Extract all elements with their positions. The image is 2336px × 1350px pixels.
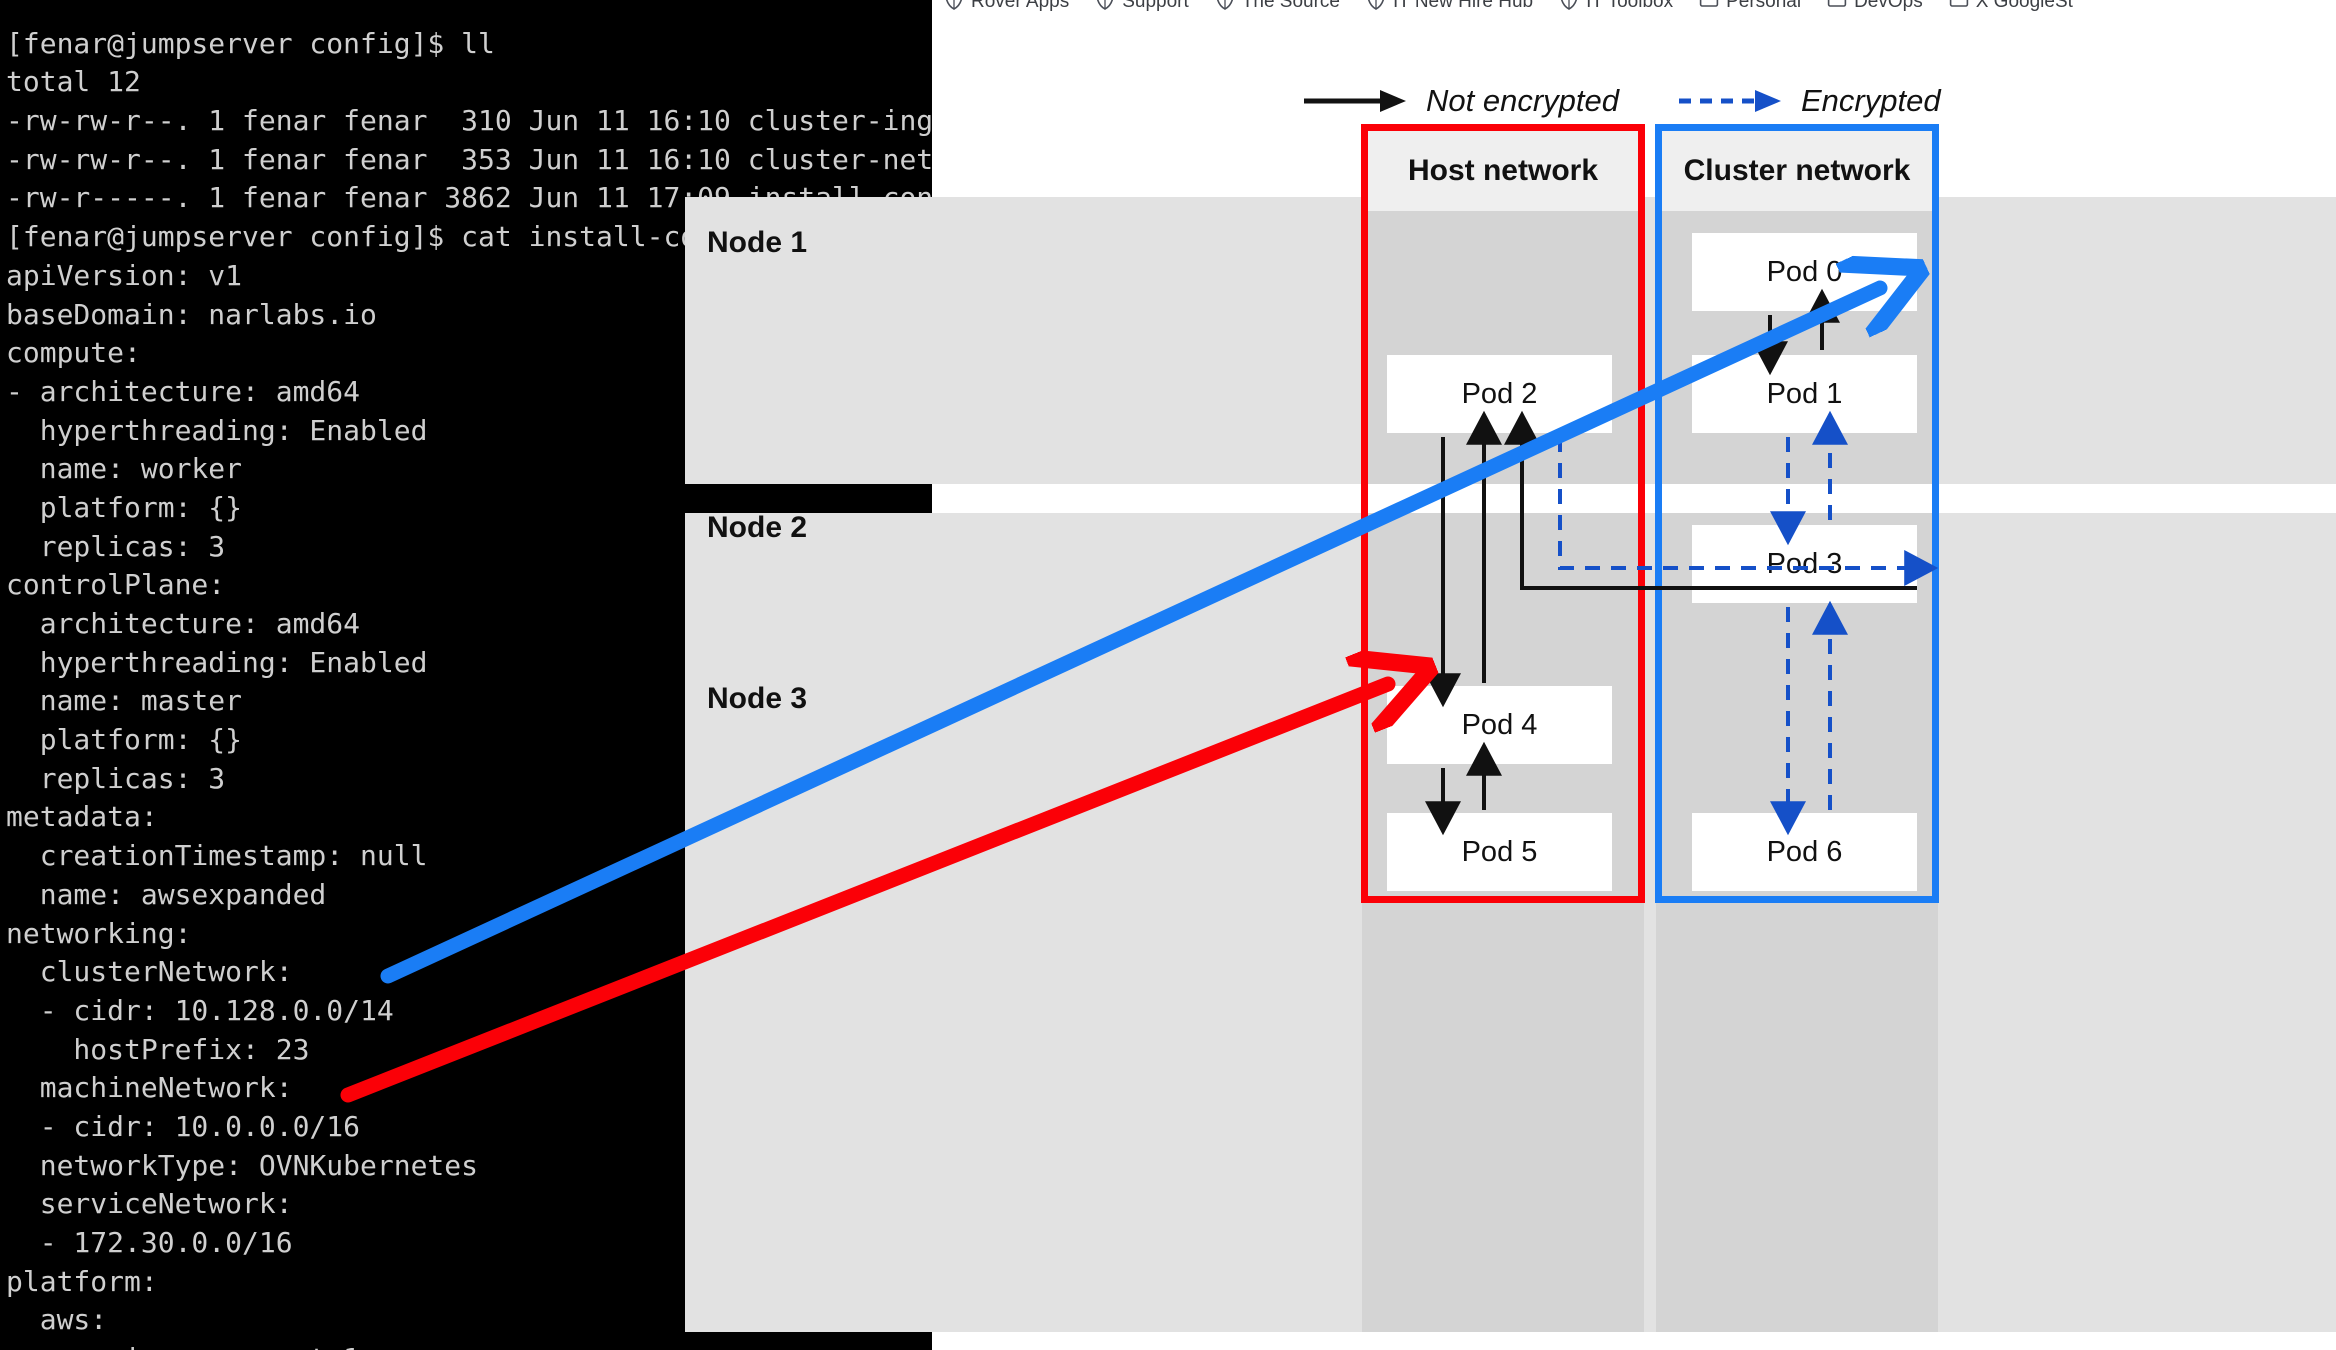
- folder-icon: [1699, 0, 1719, 16]
- bookmark-label: X GoogleSt: [1975, 0, 2073, 12]
- folder-icon: [1949, 0, 1969, 16]
- diagram-arrow-overlay: [1425, 288, 1939, 836]
- browser-bookmarks-bar[interactable]: Rover Apps Support The Source IT New Hire H…: [932, 0, 2336, 30]
- terminal-line: [fenar@jumpserver config]$ ll: [6, 26, 495, 60]
- bookmark-label: Support: [1122, 0, 1189, 12]
- bookmark-item-3[interactable]: IT New Hire Hub: [1366, 0, 1533, 16]
- folder-icon: [1827, 0, 1847, 16]
- shield-icon: [944, 0, 964, 16]
- terminal-line: region: us-east-1: [6, 1340, 932, 1350]
- bookmark-label: Rover Apps: [971, 0, 1070, 12]
- shield-icon: [1215, 0, 1235, 16]
- legend-label: Encrypted: [1801, 83, 1941, 118]
- bookmark-item-6[interactable]: DevOps: [1827, 0, 1923, 16]
- arrow-pod2-to-pod3-elbow-encrypted: [1558, 437, 1939, 586]
- bookmark-label: DevOps: [1854, 0, 1923, 12]
- shield-icon: [1095, 0, 1115, 16]
- bookmark-item-5[interactable]: Personal: [1699, 0, 1801, 16]
- screen-root: [fenar@jumpserver config]$ ll total 12 -rw…: [0, 0, 2336, 1350]
- legend-label: Not encrypted: [1426, 83, 1619, 118]
- bookmark-label: Personal: [1726, 0, 1802, 12]
- diagram-legend: Not encrypted Encrypted: [1302, 83, 1941, 119]
- node-label-2: Node 2: [707, 511, 808, 544]
- bookmark-label: IT New Hire Hub: [1393, 0, 1534, 12]
- bookmark-item-0[interactable]: Rover Apps: [944, 0, 1069, 16]
- legend-arrow-icon: [1304, 90, 1406, 112]
- bookmark-item-2[interactable]: The Source: [1215, 0, 1340, 16]
- terminal-line: -rw-rw-r--. 1 fenar fenar 310 Jun 11 16:…: [6, 104, 932, 138]
- shield-icon: [1366, 0, 1386, 16]
- node-label-1: Node 1: [707, 226, 808, 259]
- terminal-line: total 12: [6, 65, 141, 99]
- terminal-line: -rw-rw-r--. 1 fenar fenar 353 Jun 11 16:…: [6, 142, 932, 176]
- bookmark-item-1[interactable]: Support: [1095, 0, 1189, 16]
- bookmark-label: IT Toolbox: [1586, 0, 1674, 12]
- shield-icon: [1559, 0, 1579, 16]
- legend-item-0: Not encrypted: [1302, 83, 1619, 119]
- bookmark-label: The Source: [1241, 0, 1341, 12]
- legend-item-1: Encrypted: [1677, 83, 1941, 119]
- legend-arrow-icon: [1679, 90, 1781, 112]
- bookmark-item-4[interactable]: IT Toolbox: [1559, 0, 1673, 16]
- bookmark-item-7[interactable]: X GoogleSt: [1949, 0, 2073, 16]
- node-label-3: Node 3: [707, 682, 808, 715]
- arrow-pod3-to-pod2-elbow: [1504, 410, 1917, 590]
- pod-network-encryption-diagram: Node 1 Node 2 Node 3 Host network Cluste…: [685, 28, 2336, 1350]
